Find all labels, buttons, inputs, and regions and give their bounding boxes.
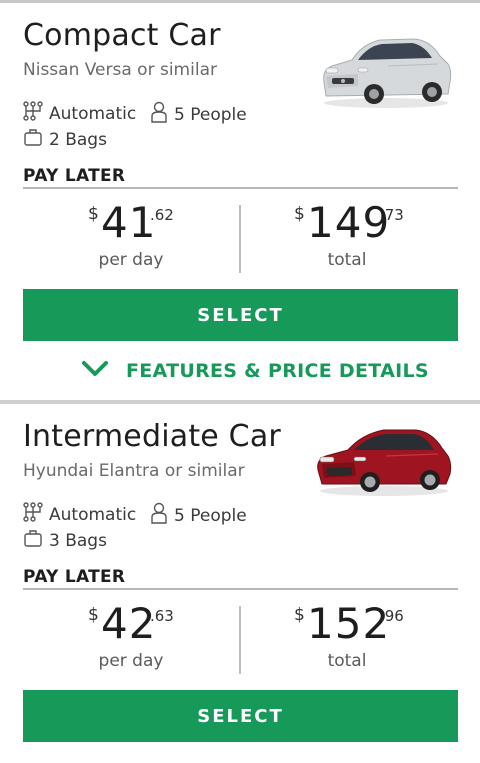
bags-feature: 3 Bags bbox=[23, 528, 107, 553]
price-whole: 41 bbox=[101, 198, 157, 247]
people-label: 5 People bbox=[174, 505, 247, 526]
currency-symbol: $ bbox=[294, 605, 305, 625]
people-feature: 5 People bbox=[150, 101, 247, 128]
people-label: 5 People bbox=[174, 104, 247, 125]
total-price: $ 152 .96 total bbox=[256, 599, 456, 679]
top-border bbox=[0, 0, 480, 3]
price-whole: 149 bbox=[307, 198, 391, 247]
select-button[interactable]: SELECT bbox=[23, 289, 458, 341]
select-button[interactable]: SELECT bbox=[23, 690, 458, 742]
price-cents: .73 bbox=[380, 206, 404, 224]
car-image bbox=[318, 30, 454, 114]
currency-symbol: $ bbox=[294, 204, 305, 224]
features-price-details-link[interactable]: FEATURES & PRICE DETAILS bbox=[80, 358, 429, 383]
currency-symbol: $ bbox=[88, 605, 99, 625]
transmission-feature: Automatic bbox=[23, 502, 136, 527]
price-whole: 42 bbox=[101, 599, 157, 648]
per-day-price: $ 42 .63 per day bbox=[40, 599, 240, 679]
person-icon bbox=[150, 101, 174, 128]
price-unit: total bbox=[327, 250, 367, 270]
suitcase-icon bbox=[23, 528, 49, 553]
price-unit: per day bbox=[98, 651, 164, 671]
car-model-subtitle: Nissan Versa or similar bbox=[23, 60, 217, 80]
transmission-icon bbox=[23, 502, 49, 527]
price-whole: 152 bbox=[307, 599, 391, 648]
price-cents: .62 bbox=[150, 206, 174, 224]
bags-label: 2 Bags bbox=[49, 129, 107, 150]
pay-later-label: PAY LATER bbox=[23, 166, 126, 186]
currency-symbol: $ bbox=[88, 204, 99, 224]
people-feature: 5 People bbox=[150, 502, 247, 529]
price-unit: total bbox=[327, 651, 367, 671]
card-divider bbox=[0, 400, 480, 404]
transmission-label: Automatic bbox=[49, 504, 137, 525]
price-cents: .96 bbox=[380, 607, 404, 625]
suitcase-icon bbox=[23, 127, 49, 152]
price-unit: per day bbox=[98, 250, 164, 270]
car-model-subtitle: Hyundai Elantra or similar bbox=[23, 461, 245, 481]
section-rule bbox=[23, 187, 458, 189]
car-image bbox=[314, 420, 454, 502]
person-icon bbox=[150, 502, 174, 529]
car-class-title: Compact Car bbox=[23, 18, 221, 53]
transmission-feature: Automatic bbox=[23, 101, 136, 126]
transmission-label: Automatic bbox=[49, 103, 137, 124]
car-class-title: Intermediate Car bbox=[23, 419, 281, 454]
per-day-price: $ 41 .62 per day bbox=[40, 198, 240, 278]
price-separator bbox=[239, 606, 241, 674]
bags-feature: 2 Bags bbox=[23, 127, 107, 152]
section-rule bbox=[23, 588, 458, 590]
features-link-label: FEATURES & PRICE DETAILS bbox=[126, 359, 429, 382]
transmission-icon bbox=[23, 101, 49, 126]
price-separator bbox=[239, 205, 241, 273]
pay-later-label: PAY LATER bbox=[23, 567, 126, 587]
price-cents: .63 bbox=[150, 607, 174, 625]
bags-label: 3 Bags bbox=[49, 530, 107, 551]
total-price: $ 149 .73 total bbox=[256, 198, 456, 278]
chevron-down-icon bbox=[80, 358, 126, 383]
